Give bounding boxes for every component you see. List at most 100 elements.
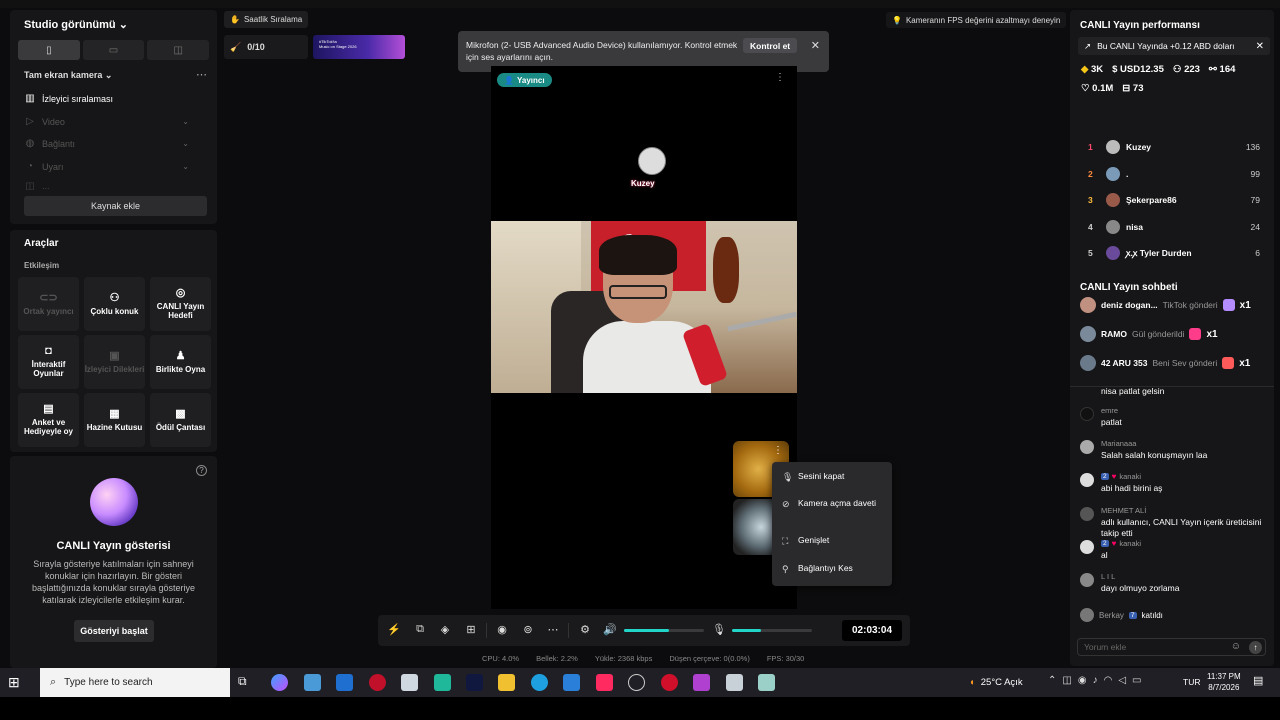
volume-icon[interactable]: ◁: [1118, 675, 1126, 686]
check-button[interactable]: Kontrol et: [743, 38, 798, 53]
app-icon-gray[interactable]: [401, 674, 418, 691]
menu-camera-invite[interactable]: ⊘ Kamera açma daveti: [782, 498, 887, 509]
portrait-layout-icon[interactable]: ▯: [18, 40, 80, 60]
tool-live-goal[interactable]: ◎ CANLI Yayın Hedefi: [150, 277, 211, 331]
goal-pill[interactable]: 🧹 0/10: [224, 35, 308, 59]
add-media-icon[interactable]: ⊞: [464, 623, 478, 636]
ranking-row[interactable]: 3 Şekerpare86 79: [1088, 191, 1260, 209]
opera-icon[interactable]: [661, 674, 678, 691]
mic-tray-icon[interactable]: ♪: [1093, 675, 1098, 686]
notification-icon[interactable]: ▤: [1253, 674, 1263, 687]
studio-view-dropdown[interactable]: Studio görünümü ⌄: [24, 18, 128, 31]
source-item-viewer-ranking[interactable]: ▥ İzleyici sıralaması: [24, 93, 189, 104]
source-item-link[interactable]: ◍ Bağlantı ⌄: [24, 138, 189, 149]
landscape-layout-icon[interactable]: ▭: [82, 40, 145, 60]
effects-icon[interactable]: ◈: [438, 623, 452, 636]
obs-icon[interactable]: [628, 674, 645, 691]
tool-co-host[interactable]: ⊂⊃ Ortak yayıncı: [18, 277, 79, 331]
tool-play-together[interactable]: ♟ Birlikte Oyna: [150, 335, 211, 389]
hourly-ranking-pill[interactable]: ✋ Saatlik Sıralama: [224, 11, 309, 28]
tool-viewer-wishes[interactable]: ▣ İzleyici Dilekleri: [84, 335, 145, 389]
comment-input[interactable]: Yorum ekle ☺ ↑: [1077, 638, 1266, 656]
ranking-row[interactable]: 1 Kuzey 136: [1088, 138, 1260, 156]
title-bar: [0, 0, 1280, 8]
live-show-panel: ? CANLI Yayın gösterisi Sırayla gösteriy…: [10, 456, 217, 668]
ranking-row[interactable]: 4 nisa 24: [1088, 218, 1260, 236]
source-item-alert[interactable]: ◔ Uyarı ⌄: [24, 161, 189, 172]
close-icon[interactable]: ✕: [811, 39, 820, 52]
store-icon[interactable]: [304, 674, 321, 691]
rank-value: 6: [1255, 248, 1260, 258]
guest-more-icon[interactable]: ⋮: [773, 445, 783, 456]
tool-treasure-box[interactable]: ▦ Hazine Kutusu: [84, 393, 145, 447]
menu-mute[interactable]: 🎙 Sesini kapat: [782, 471, 887, 482]
magic-wand-icon[interactable]: ⚡: [387, 623, 401, 636]
viewers-value: 223: [1184, 64, 1200, 75]
send-icon[interactable]: ↑: [1249, 641, 1262, 654]
app-icon-purple[interactable]: [693, 674, 710, 691]
tool-poll[interactable]: ▤ Anket ve Hediyeyle oy: [18, 393, 79, 447]
copilot-icon[interactable]: [271, 674, 288, 691]
app-icon-blue[interactable]: [563, 674, 580, 691]
split-layout-icon[interactable]: ◫: [147, 40, 210, 60]
taskbar-search[interactable]: ⌕ Type here to search: [40, 668, 230, 697]
tool-reward-bag[interactable]: ▩ Ödül Çantası: [150, 393, 211, 447]
mail-icon[interactable]: [336, 674, 353, 691]
guest-avatar[interactable]: [638, 147, 666, 175]
gift-icon: ⊟: [1122, 83, 1131, 94]
emoji-icon[interactable]: ☺: [1231, 641, 1241, 652]
help-icon[interactable]: ?: [196, 465, 207, 476]
source-item-more[interactable]: ◫...: [24, 182, 189, 190]
more-icon[interactable]: ⋯: [546, 623, 560, 636]
settings-sliders-icon[interactable]: ⚙: [578, 623, 592, 636]
ranking-row[interactable]: 5 ꭗ.ꭗ Tyler Durden 6: [1088, 244, 1260, 262]
clock-date: 8/7/2026: [1208, 683, 1240, 693]
more-icon[interactable]: ⋯: [196, 68, 207, 81]
app-icon-light[interactable]: [726, 674, 743, 691]
app-icon-navy[interactable]: [466, 674, 483, 691]
avatar: [1080, 473, 1094, 487]
tool-interactive-games[interactable]: ◘ İnteraktif Oyunlar: [18, 335, 79, 389]
app-icon-teal[interactable]: [758, 674, 775, 691]
app-icon-green[interactable]: [434, 674, 451, 691]
weather-widget[interactable]: ◐ 25°C Açık: [970, 668, 1023, 697]
file-explorer-icon[interactable]: [498, 674, 515, 691]
ranking-row[interactable]: 2. 99: [1088, 165, 1260, 183]
clock[interactable]: 11:37 PM 8/7/2026: [1207, 671, 1241, 693]
chevron-up-icon[interactable]: ⌃: [1048, 675, 1056, 686]
replay-icon[interactable]: ⊚: [521, 623, 535, 636]
add-source-button[interactable]: Kaynak ekle: [24, 196, 207, 216]
preview-more-icon[interactable]: ⋮: [775, 72, 785, 83]
message-username: MEHMET ALİ: [1101, 506, 1147, 515]
menu-expand[interactable]: ⛶ Genişlet: [782, 535, 887, 546]
source-item-video[interactable]: ▷ Video ⌄: [24, 116, 189, 127]
app-icon-red[interactable]: [369, 674, 386, 691]
mic-slider[interactable]: [732, 629, 812, 632]
edge-icon[interactable]: [531, 674, 548, 691]
battery-icon[interactable]: ▭: [1132, 675, 1141, 686]
microphone-icon[interactable]: 🎙: [712, 623, 726, 636]
close-icon[interactable]: ✕: [1256, 41, 1264, 52]
network-icon[interactable]: ◫: [1062, 675, 1071, 686]
volume-slider[interactable]: [624, 629, 704, 632]
promo-banner[interactable]: #TikTok'ta Music on Stage 2026: [313, 35, 405, 59]
record-icon[interactable]: ◉: [495, 623, 509, 636]
heart-icon: ♡: [1081, 83, 1090, 94]
letterbox: [0, 697, 1280, 720]
speaker-icon[interactable]: 🔊: [603, 623, 617, 636]
fps-tip-text: Kameranın FPS değerini azaltmayı deneyin: [905, 15, 1061, 25]
wifi-icon[interactable]: ◠: [1104, 675, 1113, 686]
screen-icon[interactable]: ⧉: [413, 623, 427, 636]
tiktok-live-studio-icon[interactable]: [596, 674, 613, 691]
scene-dropdown[interactable]: Tam ekran kamera ⌄: [24, 70, 112, 81]
rank-value: 24: [1250, 222, 1260, 232]
start-show-button[interactable]: Gösteriyi başlat: [74, 620, 154, 642]
windows-start-icon[interactable]: ⊞: [8, 674, 20, 691]
menu-disconnect[interactable]: ⚲ Bağlantıyı Kes: [782, 563, 887, 574]
performance-title: CANLI Yayın performansı: [1080, 20, 1200, 31]
join-text: katıldı: [1141, 610, 1163, 620]
language-indicator[interactable]: TUR: [1183, 677, 1200, 687]
tool-multi-guest[interactable]: ⚇ Çoklu konuk: [84, 277, 145, 331]
app-tray-icon[interactable]: ◉: [1078, 675, 1087, 686]
task-view-icon[interactable]: ⧉: [238, 674, 255, 691]
